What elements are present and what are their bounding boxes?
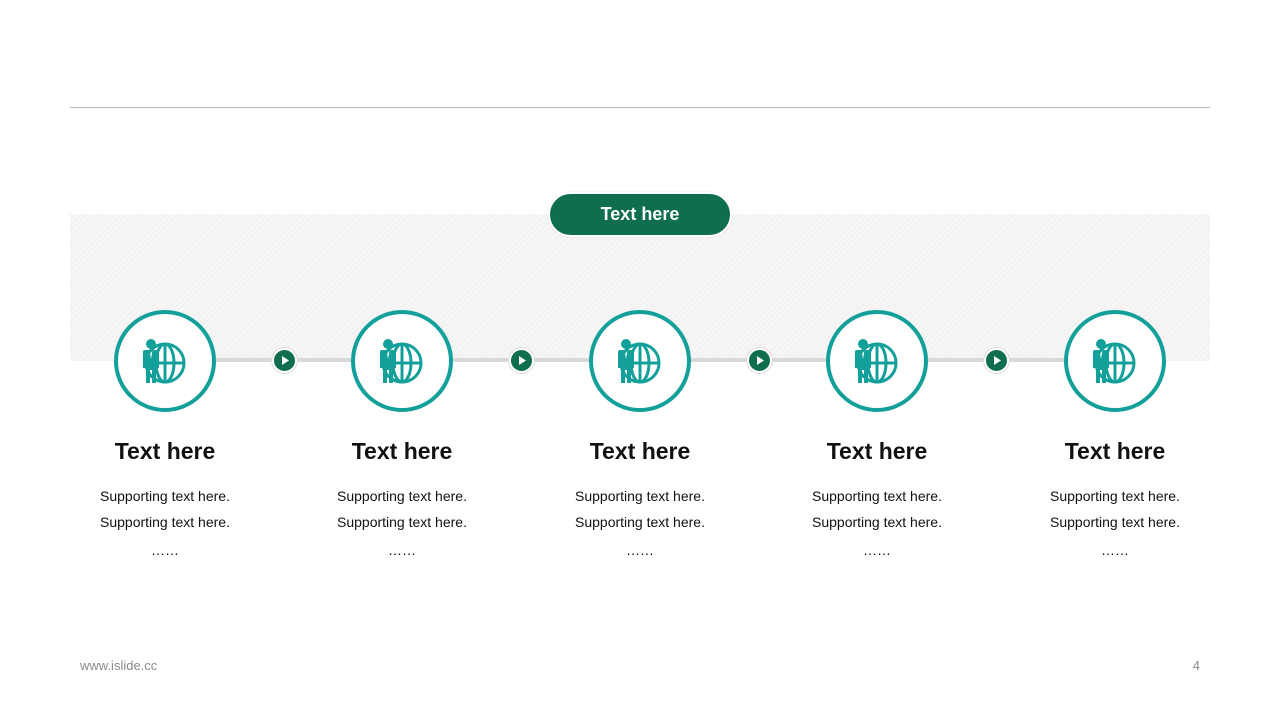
header-badge-label: Text here [600, 204, 680, 224]
step-5-ellipsis: …… [1101, 542, 1129, 558]
step-2-title: Text here [351, 438, 453, 464]
play-arrow-icon [509, 348, 534, 373]
businessman-globe-icon [855, 339, 898, 384]
step-1-support-line: Supporting text here. [100, 488, 230, 504]
play-arrow-icon [747, 348, 772, 373]
step-5-support-line: Supporting text here. [1050, 514, 1180, 530]
step-2-circle [351, 310, 453, 412]
play-arrow-icon [272, 348, 297, 373]
step-2-support-line: Supporting text here. [337, 488, 467, 504]
step-4-support-line: Supporting text here. [812, 514, 942, 530]
step-4-support-line: Supporting text here. [812, 488, 942, 504]
businessman-globe-icon [143, 339, 186, 384]
step-1-circle [114, 310, 216, 412]
footer-url: www.islide.cc [80, 658, 158, 673]
step-3-circle [589, 310, 691, 412]
step-3-support-line: Supporting text here. [575, 488, 705, 504]
step-3-ellipsis: …… [626, 542, 654, 558]
step-4-title: Text here [826, 438, 928, 464]
step-2-ellipsis: …… [388, 542, 416, 558]
step-4-circle [826, 310, 928, 412]
step-1-title: Text here [114, 438, 216, 464]
step-3-support-line: Supporting text here. [575, 514, 705, 530]
businessman-globe-icon [1093, 339, 1136, 384]
page-number: 4 [1192, 658, 1200, 673]
step-1-support-line: Supporting text here. [100, 514, 230, 530]
step-5-support-line: Supporting text here. [1050, 488, 1180, 504]
play-arrow-icon [984, 348, 1009, 373]
step-2-support-line: Supporting text here. [337, 514, 467, 530]
step-3-title: Text here [589, 438, 691, 464]
step-5-title: Text here [1064, 438, 1166, 464]
businessman-globe-icon [618, 339, 661, 384]
step-4-ellipsis: …… [863, 542, 891, 558]
header-badge: Text here [548, 192, 732, 237]
top-divider [70, 107, 1210, 108]
step-1-ellipsis: …… [151, 542, 179, 558]
businessman-globe-icon [380, 339, 423, 384]
step-5-circle [1064, 310, 1166, 412]
